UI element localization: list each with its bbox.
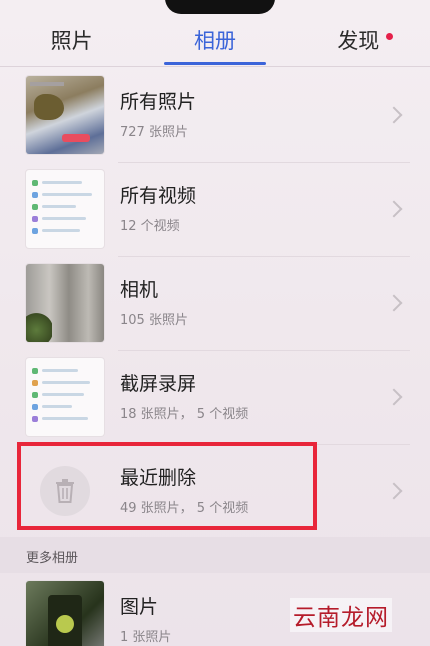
tab-discover[interactable]: 发现 — [321, 11, 395, 55]
trash-icon-circle — [40, 466, 90, 516]
watermark: 云南龙网 — [290, 598, 392, 632]
tab-label: 发现 — [337, 29, 380, 53]
album-row-all-videos[interactable]: 所有视频 12 个视频 — [0, 162, 430, 256]
album-row-camera[interactable]: 相机 105 张照片 — [0, 256, 430, 350]
album-title: 所有视频 — [120, 185, 197, 207]
album-thumbnail — [26, 264, 104, 342]
album-title: 相机 — [120, 279, 159, 301]
album-thumbnail — [26, 76, 104, 154]
chevron-right-icon — [385, 106, 403, 124]
section-title: 更多相册 — [26, 551, 79, 566]
album-count: 49 张照片， 5 个视频 — [120, 501, 249, 516]
album-title: 最近删除 — [120, 467, 197, 489]
album-row-all-photos[interactable]: 所有照片 727 张照片 — [0, 68, 430, 162]
trash-icon — [56, 479, 74, 503]
album-count: 12 个视频 — [120, 219, 180, 234]
album-count: 18 张照片， 5 个视频 — [120, 407, 249, 422]
album-count: 105 张照片 — [120, 313, 188, 328]
album-thumbnail — [26, 170, 104, 248]
chevron-right-icon — [385, 388, 403, 406]
chevron-right-icon — [385, 294, 403, 312]
tab-photos[interactable]: 照片 — [35, 11, 109, 55]
album-title: 所有照片 — [120, 91, 197, 113]
tab-albums[interactable]: 相册 — [163, 11, 266, 65]
album-title: 截屏录屏 — [120, 373, 197, 395]
album-thumbnail — [26, 581, 104, 646]
album-count: 727 张照片 — [120, 125, 188, 140]
tab-label: 照片 — [50, 29, 93, 53]
album-row-screenshots[interactable]: 截屏录屏 18 张照片， 5 个视频 — [0, 350, 430, 444]
album-list: 所有照片 727 张照片 所有视频 12 个视频 相机 105 张照片 截屏录屏… — [0, 68, 430, 538]
album-row-recently-deleted[interactable]: 最近删除 49 张照片， 5 个视频 — [0, 444, 430, 538]
section-header: 更多相册 — [0, 537, 430, 573]
chevron-right-icon — [385, 482, 403, 500]
tab-bar: 照片 相册 发现 — [0, 0, 430, 67]
chevron-right-icon — [385, 200, 403, 218]
gallery-screen: 照片 相册 发现 所有照片 727 张照片 所有视频 12 个视频 相机 105… — [0, 0, 430, 646]
notification-dot — [386, 33, 394, 40]
album-count: 1 张照片 — [120, 630, 172, 645]
album-title: 图片 — [120, 596, 159, 618]
tab-label: 相册 — [193, 29, 236, 53]
album-thumbnail — [26, 358, 104, 436]
